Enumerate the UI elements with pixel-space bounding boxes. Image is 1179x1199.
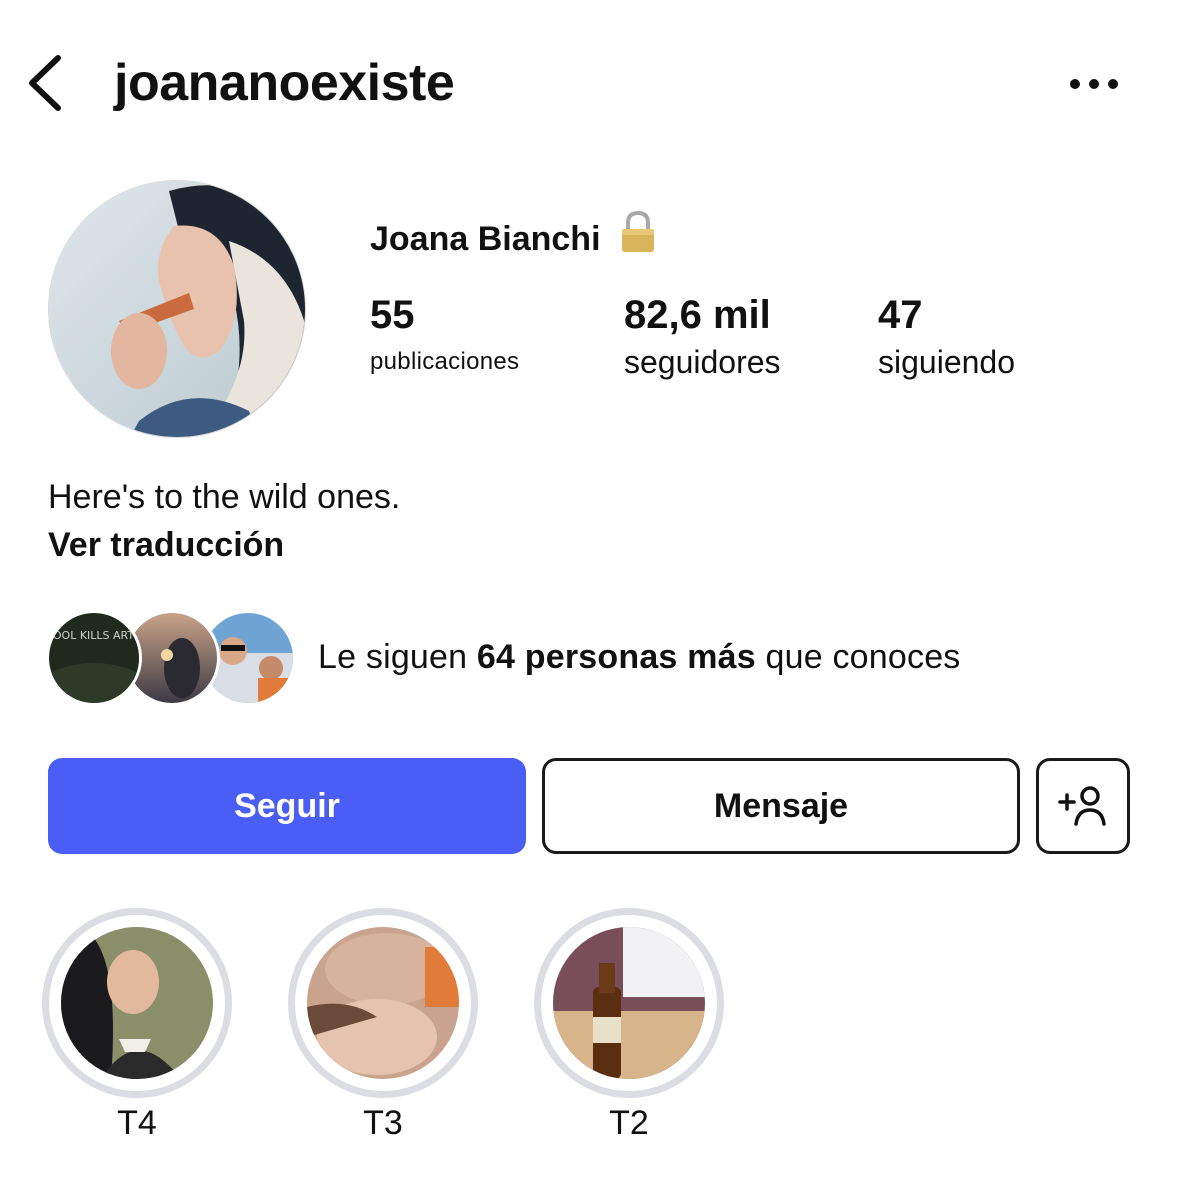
highlight-label: T3 xyxy=(363,1104,403,1142)
highlight-ring xyxy=(288,908,478,1098)
story-highlight[interactable]: T2 xyxy=(534,908,724,1146)
more-horizontal-icon xyxy=(1070,79,1118,89)
add-person-icon xyxy=(1058,786,1106,826)
stat-following-label: siguiendo xyxy=(878,344,1015,380)
display-name-text: Joana Bianchi xyxy=(370,220,601,258)
profile-photo xyxy=(49,181,305,437)
highlight-cover xyxy=(61,927,213,1079)
mutual-avatar-1-text: SCHOOL KILLS ARTISTS xyxy=(49,629,139,642)
more-options-button[interactable] xyxy=(1060,64,1126,104)
mutual-count: 64 personas más xyxy=(476,638,756,676)
back-button[interactable] xyxy=(22,50,70,116)
mutual-followers-text[interactable]: Le siguen 64 personas más que conoces xyxy=(318,634,961,680)
chevron-left-icon xyxy=(29,55,61,111)
stat-following[interactable]: 47 siguiendo xyxy=(878,290,1015,384)
highlight-label: T2 xyxy=(609,1104,649,1142)
profile-username: joananoexiste xyxy=(114,54,455,112)
follow-button[interactable]: Seguir xyxy=(48,758,526,854)
stat-posts-value: 55 xyxy=(370,293,415,337)
stat-posts-label: publicaciones xyxy=(370,348,520,375)
suggested-accounts-button[interactable] xyxy=(1036,758,1130,854)
message-button[interactable]: Mensaje xyxy=(542,758,1020,854)
see-translation-link[interactable]: Ver traducción xyxy=(48,522,284,568)
profile-avatar[interactable] xyxy=(48,180,306,438)
stat-followers[interactable]: 82,6 mil seguidores xyxy=(624,290,781,384)
story-highlight[interactable]: T4 xyxy=(42,908,232,1146)
stat-followers-label: seguidores xyxy=(624,344,781,380)
mutual-suffix: que conoces xyxy=(755,638,961,676)
mutual-follower-avatar[interactable]: SCHOOL KILLS ARTISTS xyxy=(46,610,142,706)
highlight-ring xyxy=(42,908,232,1098)
mutual-prefix: Le siguen xyxy=(318,638,477,676)
highlight-label: T4 xyxy=(117,1104,157,1142)
stat-following-value: 47 xyxy=(878,293,923,337)
lock-icon xyxy=(619,210,657,268)
stat-posts[interactable]: 55 publicaciones xyxy=(370,290,519,384)
highlight-cover xyxy=(307,927,459,1079)
story-highlight[interactable]: T3 xyxy=(288,908,478,1146)
highlight-cover xyxy=(553,927,705,1079)
bio-text: Here's to the wild ones. xyxy=(48,478,401,516)
display-name: Joana Bianchi xyxy=(370,210,657,268)
stat-followers-value: 82,6 mil xyxy=(624,293,771,337)
highlight-ring xyxy=(534,908,724,1098)
